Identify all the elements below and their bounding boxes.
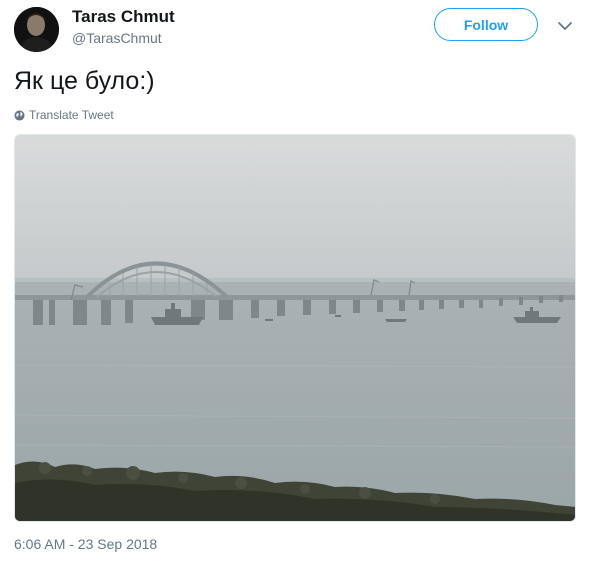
follow-button[interactable]: Follow — [434, 8, 538, 41]
display-name[interactable]: Taras Chmut — [72, 7, 175, 27]
translate-tweet-link[interactable]: Translate Tweet — [14, 107, 114, 123]
globe-icon — [14, 109, 25, 121]
avatar[interactable] — [14, 7, 59, 52]
tweet-card: Taras Chmut @TarasChmut Follow Як це бул… — [0, 0, 602, 564]
tweet-photo[interactable] — [14, 134, 576, 522]
chevron-down-icon[interactable] — [556, 17, 574, 35]
user-handle[interactable]: @TarasChmut — [72, 30, 162, 46]
translate-tweet-label: Translate Tweet — [29, 108, 114, 122]
bridge-photo-image — [15, 135, 575, 521]
tweet-text: Як це було:) — [14, 67, 155, 95]
tweet-timestamp[interactable]: 6:06 AM - 23 Sep 2018 — [14, 536, 157, 552]
